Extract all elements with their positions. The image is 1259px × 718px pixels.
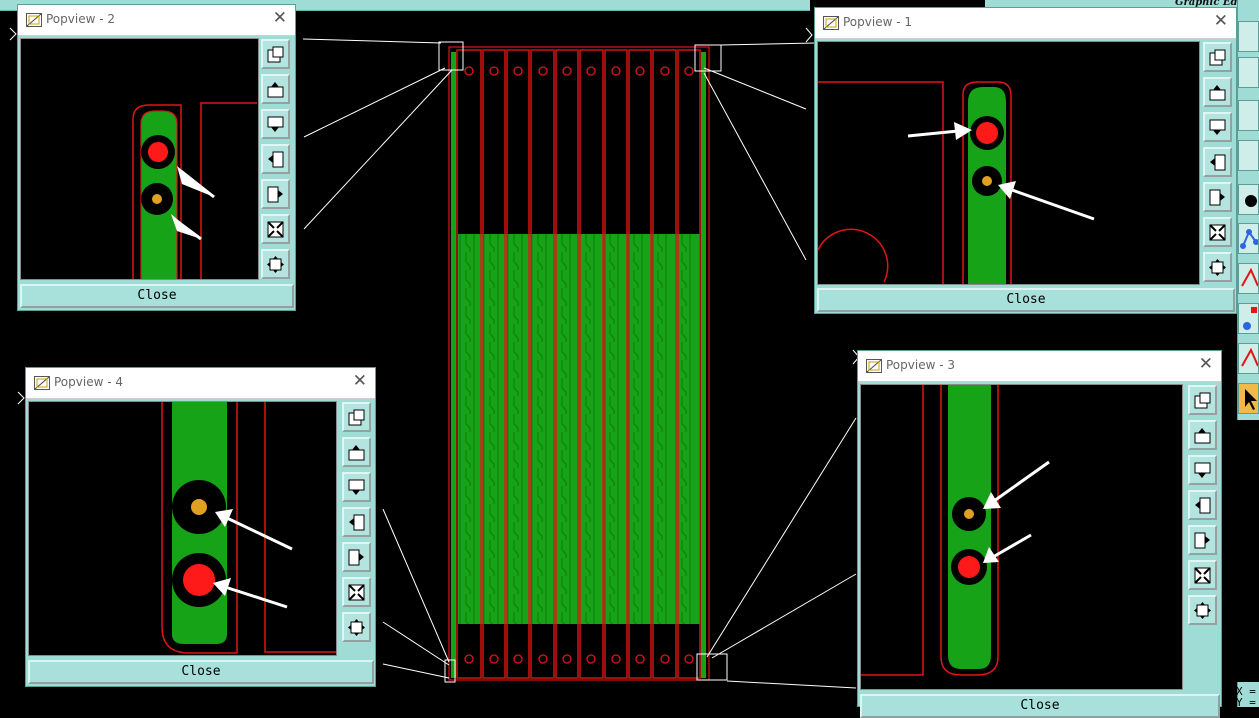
close-button[interactable]: Close — [28, 660, 374, 684]
close-button[interactable]: Close — [860, 694, 1220, 718]
pan-left-icon[interactable] — [1203, 147, 1232, 177]
hole — [684, 66, 694, 76]
popview-2-toolbar — [261, 39, 290, 279]
hole — [586, 654, 596, 664]
hole — [611, 66, 621, 76]
zoom-out-icon[interactable] — [1203, 112, 1232, 142]
popview-2-viewport[interactable] — [20, 38, 259, 280]
popview-4-titlebar[interactable]: Popview - 4 ✕ — [26, 368, 375, 399]
hole — [660, 66, 670, 76]
popview-4-title: Popview - 4 — [54, 375, 123, 389]
pan-right-icon[interactable] — [1203, 182, 1232, 212]
triangle-icon[interactable] — [1238, 263, 1259, 294]
window-icon — [866, 359, 882, 373]
zoom-in-icon[interactable] — [1203, 77, 1232, 107]
popview-2-titlebar[interactable]: Popview - 2 ✕ — [18, 5, 295, 36]
popview-1-window: Popview - 1 ✕ Close — [814, 7, 1237, 314]
zoom-in-icon[interactable] — [261, 74, 290, 104]
pan-left-icon[interactable] — [1188, 490, 1217, 520]
zoom-extents-icon[interactable] — [1203, 217, 1232, 247]
popview-1-titlebar[interactable]: Popview - 1 ✕ — [815, 8, 1236, 39]
pan-left-icon[interactable] — [261, 144, 290, 174]
close-button[interactable]: Close — [20, 284, 294, 308]
hole — [489, 66, 499, 76]
zoom-out-icon[interactable] — [261, 109, 290, 139]
zoom-in-icon[interactable] — [342, 437, 371, 467]
triangle-icon-2[interactable] — [1238, 343, 1259, 374]
window-icon — [26, 13, 42, 27]
popview-2-title: Popview - 2 — [46, 12, 115, 26]
close-icon[interactable]: ✕ — [353, 371, 367, 391]
copper-pour — [458, 234, 700, 624]
window-icon — [34, 376, 50, 390]
hole — [635, 66, 645, 76]
zoom-extents-icon[interactable] — [261, 214, 290, 244]
close-button[interactable]: Close — [817, 288, 1235, 312]
pan-left-icon[interactable] — [342, 507, 371, 537]
command-area — [1233, 420, 1259, 682]
close-icon[interactable]: ✕ — [273, 8, 287, 28]
select-pointer-icon[interactable] — [1238, 383, 1259, 414]
coordinates-readout: X = Y = — [1236, 686, 1256, 708]
palette-icon-4[interactable] — [1238, 140, 1259, 171]
palette-icon-1[interactable] — [1238, 21, 1259, 52]
zoom-out-icon[interactable] — [342, 472, 371, 502]
view-fit-icon[interactable] — [1203, 42, 1232, 72]
view-fit-icon[interactable] — [1188, 385, 1217, 415]
popview-3-title: Popview - 3 — [886, 358, 955, 372]
zoom-extents-icon[interactable] — [342, 577, 371, 607]
hole — [660, 654, 670, 664]
hole — [562, 66, 572, 76]
hole — [489, 654, 499, 664]
popview-1-toolbar — [1203, 42, 1232, 282]
window-icon — [823, 16, 839, 30]
coord-y-label: Y = — [1236, 696, 1256, 709]
hole — [513, 66, 523, 76]
pan-right-icon[interactable] — [342, 542, 371, 572]
hole — [513, 654, 523, 664]
via-icon[interactable] — [1238, 303, 1259, 334]
hole — [562, 654, 572, 664]
hole — [684, 654, 694, 664]
view-fit-icon[interactable] — [342, 402, 371, 432]
popview-2-window: Popview - 2 ✕ Close — [17, 4, 296, 311]
popview-4-viewport[interactable] — [28, 401, 337, 656]
pan-all-icon[interactable] — [261, 249, 290, 279]
hole — [464, 66, 474, 76]
popview-1-viewport[interactable] — [817, 41, 1200, 285]
pan-right-icon[interactable] — [261, 179, 290, 209]
popview-3-window: Popview - 3 ✕ Close — [857, 350, 1222, 718]
close-icon[interactable]: ✕ — [1214, 11, 1228, 31]
pan-all-icon[interactable] — [1203, 252, 1232, 282]
pan-all-icon[interactable] — [342, 612, 371, 642]
palette-icon-5[interactable] — [1238, 184, 1259, 215]
popview-3-toolbar — [1188, 385, 1217, 625]
hole — [538, 654, 548, 664]
hole — [586, 66, 596, 76]
popview-3-viewport[interactable] — [860, 384, 1183, 690]
popview-4-window: Popview - 4 ✕ Close — [25, 367, 376, 687]
zoom-extents-icon[interactable] — [1188, 560, 1217, 590]
hole — [538, 66, 548, 76]
popview-3-titlebar[interactable]: Popview - 3 ✕ — [858, 351, 1221, 382]
zoom-box-1 — [694, 44, 722, 72]
popview-4-toolbar — [342, 402, 371, 642]
zoom-in-icon[interactable] — [1188, 420, 1217, 450]
hole — [635, 654, 645, 664]
popview-1-title: Popview - 1 — [843, 15, 912, 29]
palette-icon-2[interactable] — [1238, 57, 1259, 88]
hole — [611, 654, 621, 664]
close-icon[interactable]: ✕ — [1199, 354, 1213, 374]
zoom-out-icon[interactable] — [1188, 455, 1217, 485]
node-icon[interactable] — [1238, 223, 1259, 254]
view-fit-icon[interactable] — [261, 39, 290, 69]
pan-right-icon[interactable] — [1188, 525, 1217, 555]
pan-all-icon[interactable] — [1188, 595, 1217, 625]
palette-icon-3[interactable] — [1238, 100, 1259, 131]
hole — [464, 654, 474, 664]
